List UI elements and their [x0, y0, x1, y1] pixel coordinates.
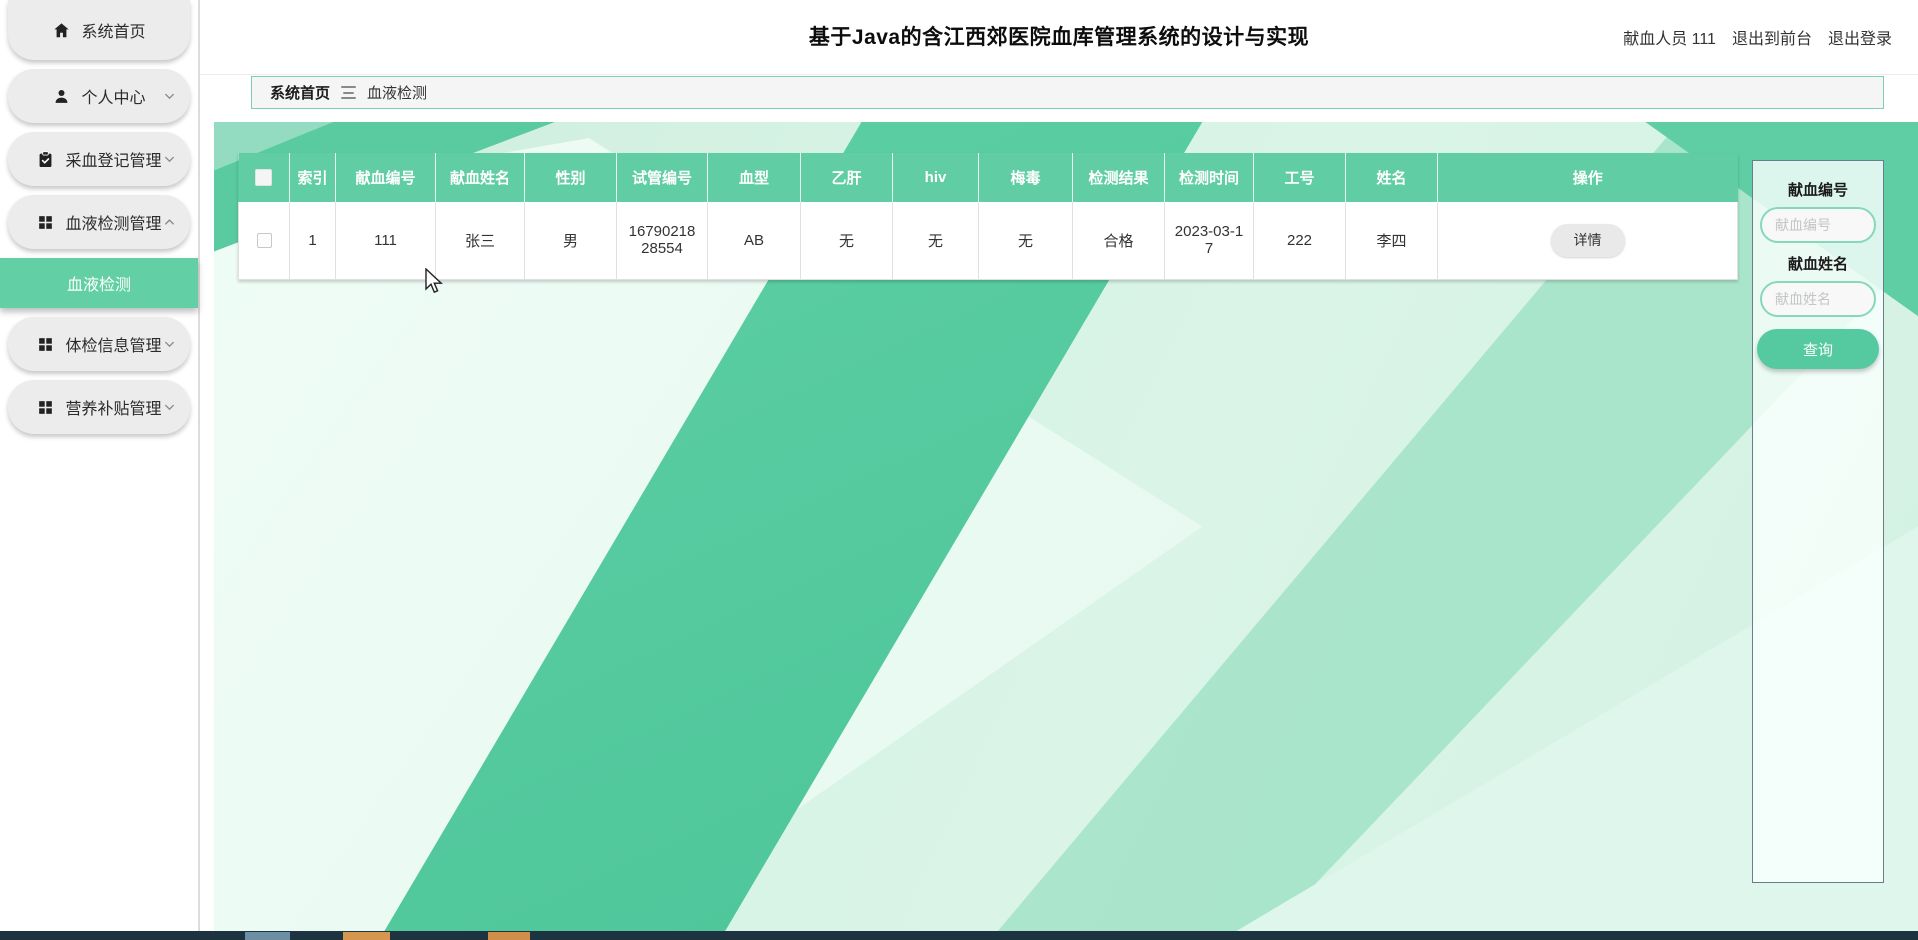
col-index: 索引	[289, 153, 336, 202]
col-gender: 性别	[524, 153, 617, 202]
taskbar-icon-fragment	[343, 932, 390, 940]
mouse-cursor	[424, 267, 446, 296]
search-panel: 献血编号 献血姓名 查询	[1752, 160, 1884, 883]
cell-syphilis: 无	[978, 202, 1073, 280]
cell-test-time: 2023-03-17	[1164, 202, 1254, 280]
taskbar-edge	[0, 931, 1918, 940]
cell-result: 合格	[1072, 202, 1165, 280]
col-syphilis: 梅毒	[978, 153, 1073, 202]
col-donation-no: 献血编号	[335, 153, 436, 202]
taskbar-icon-fragment	[488, 932, 530, 940]
home-icon	[52, 21, 71, 40]
cell-index: 1	[289, 202, 336, 280]
clipboard-check-icon	[36, 150, 55, 169]
row-checkbox[interactable]	[256, 233, 272, 249]
col-result: 检测结果	[1072, 153, 1165, 202]
sidebar-item-blood-collection[interactable]: 采血登记管理	[8, 132, 190, 186]
col-staff-no: 工号	[1253, 153, 1346, 202]
cell-staff-no: 222	[1253, 202, 1346, 280]
top-header: 基于Java的含江西郊医院血库管理系统的设计与实现 献血人员 111 退出到前台…	[200, 0, 1918, 75]
col-hiv: hiv	[892, 153, 979, 202]
chevron-down-icon	[162, 89, 177, 104]
cell-donor-name: 张三	[435, 202, 525, 280]
content-area: 索引 献血编号 献血姓名 性别 试管编号 血型 乙肝 hiv 梅毒 检测结果 检…	[214, 122, 1918, 931]
exit-to-front-link[interactable]: 退出到前台	[1732, 25, 1812, 49]
col-blood-type: 血型	[707, 153, 801, 202]
breadcrumb-root[interactable]: 系统首页	[270, 82, 330, 103]
cell-donation-no: 111	[335, 202, 436, 280]
sidebar-item-label: 体检信息管理	[65, 338, 162, 355]
logout-link[interactable]: 退出登录	[1828, 25, 1892, 49]
sidebar-item-label: 营养补贴管理	[65, 401, 162, 418]
sidebar-item-label: 个人中心	[81, 90, 146, 107]
col-hepatitis-b: 乙肝	[800, 153, 893, 202]
sidebar-item-home[interactable]: 系统首页	[8, 0, 190, 60]
sidebar-item-label: 系统首页	[81, 24, 146, 41]
grid-icon	[36, 213, 55, 232]
detail-button[interactable]: 详情	[1550, 223, 1625, 257]
sidebar-item-physical-exam[interactable]: 体检信息管理	[8, 317, 190, 371]
user-icon	[52, 87, 71, 106]
col-test-time: 检测时间	[1164, 153, 1254, 202]
breadcrumb-current: 血液检测	[367, 85, 428, 102]
donation-no-input[interactable]	[1760, 207, 1876, 243]
cell-hiv: 无	[892, 202, 979, 280]
sidebar: 系统首页 个人中心 采血登记管理 血液检测管理 血液检测 体检信息管理 营养补贴…	[0, 0, 200, 931]
breadcrumb: 系统首页 血液检测	[251, 76, 1884, 109]
col-tube-no: 试管编号	[616, 153, 708, 202]
sidebar-subitem-blood-test-active[interactable]: 血液检测	[0, 258, 198, 308]
col-actions: 操作	[1437, 153, 1738, 202]
cell-gender: 男	[524, 202, 617, 280]
select-all-checkbox[interactable]	[255, 169, 273, 187]
sidebar-item-blood-test-mgmt[interactable]: 血液检测管理	[8, 195, 190, 249]
chevron-down-icon	[162, 400, 177, 415]
cell-hepatitis-b: 无	[800, 202, 893, 280]
sidebar-item-profile[interactable]: 个人中心	[8, 69, 190, 123]
sidebar-subitem-label: 血液检测	[66, 277, 131, 294]
donor-name-label: 献血姓名	[1787, 256, 1848, 273]
sidebar-item-nutrition-subsidy[interactable]: 营养补贴管理	[8, 380, 190, 434]
table-header-row: 索引 献血编号 献血姓名 性别 试管编号 血型 乙肝 hiv 梅毒 检测结果 检…	[238, 153, 1738, 202]
col-staff-name: 姓名	[1345, 153, 1438, 202]
col-donor-name: 献血姓名	[435, 153, 525, 202]
chevron-up-icon	[162, 215, 177, 230]
cell-staff-name: 李四	[1345, 202, 1438, 280]
chevron-down-icon	[162, 337, 177, 352]
blood-test-table: 索引 献血编号 献血姓名 性别 试管编号 血型 乙肝 hiv 梅毒 检测结果 检…	[238, 153, 1738, 280]
menu-lines-icon	[341, 86, 357, 99]
taskbar-icon-fragment	[245, 932, 290, 940]
chevron-down-icon	[162, 152, 177, 167]
sidebar-item-label: 采血登记管理	[65, 153, 162, 170]
donation-no-label: 献血编号	[1787, 182, 1848, 199]
donor-name-input[interactable]	[1760, 281, 1876, 317]
sidebar-item-label: 血液检测管理	[65, 216, 162, 233]
cell-tube-no: 1679021828554	[616, 202, 708, 280]
header-links: 献血人员 111 退出到前台 退出登录	[1623, 25, 1892, 49]
query-button[interactable]: 查询	[1757, 329, 1879, 369]
grid-icon	[36, 335, 55, 354]
grid-icon	[36, 398, 55, 417]
user-label: 献血人员 111	[1623, 31, 1716, 48]
table-row: 1 111 张三 男 1679021828554 AB 无 无 无 合格 202…	[238, 202, 1738, 280]
cell-blood-type: AB	[707, 202, 801, 280]
